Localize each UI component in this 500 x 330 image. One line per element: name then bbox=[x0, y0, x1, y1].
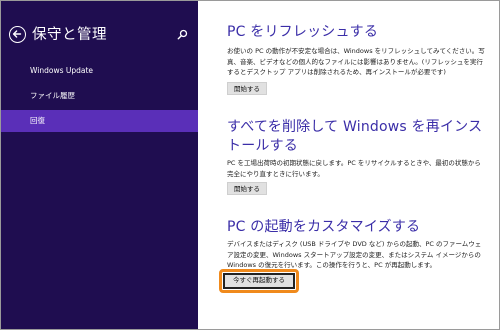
section-description-refresh: お使いの PC の動作が不安定な場合は、Windows をリフレッシュしてみてく… bbox=[227, 47, 485, 76]
section-heading-advanced-startup: PC の起動をカスタマイズする bbox=[227, 219, 421, 235]
main-content: PC をリフレッシュする お使いの PC の動作が不安定な場合は、Windows… bbox=[198, 1, 499, 329]
page-title: 保守と管理 bbox=[32, 27, 107, 43]
section-description-advanced-startup: デバイスまたはディスク (USB ドライブや DVD など) からの起動、PC … bbox=[227, 240, 482, 269]
section-description-reset: PC を工場出荷時の初期状態に戻します。PC をリサイクルするときや、最初の状態… bbox=[227, 159, 481, 178]
sidebar: 保守と管理 Windows Update ファイル履歴 回復 bbox=[1, 1, 198, 329]
app-window: 保守と管理 Windows Update ファイル履歴 回復 PC をリフレッシ… bbox=[0, 0, 500, 330]
sidebar-item-file-history[interactable]: ファイル履歴 bbox=[1, 85, 198, 107]
section-heading-reset: すべてを削除して Windows を再インストールする bbox=[227, 119, 483, 154]
restart-now-button[interactable]: 今すぐ再起動する bbox=[223, 273, 295, 289]
sidebar-item-windows-update[interactable]: Windows Update bbox=[1, 60, 198, 82]
back-arrow-icon[interactable] bbox=[9, 26, 26, 43]
sidebar-header: 保守と管理 bbox=[9, 25, 191, 49]
search-icon[interactable] bbox=[177, 29, 188, 40]
refresh-start-button[interactable]: 開始する bbox=[227, 82, 267, 95]
sidebar-item-recovery[interactable]: 回復 bbox=[1, 110, 198, 132]
reset-start-button[interactable]: 開始する bbox=[227, 182, 267, 195]
section-heading-refresh: PC をリフレッシュする bbox=[227, 24, 379, 40]
